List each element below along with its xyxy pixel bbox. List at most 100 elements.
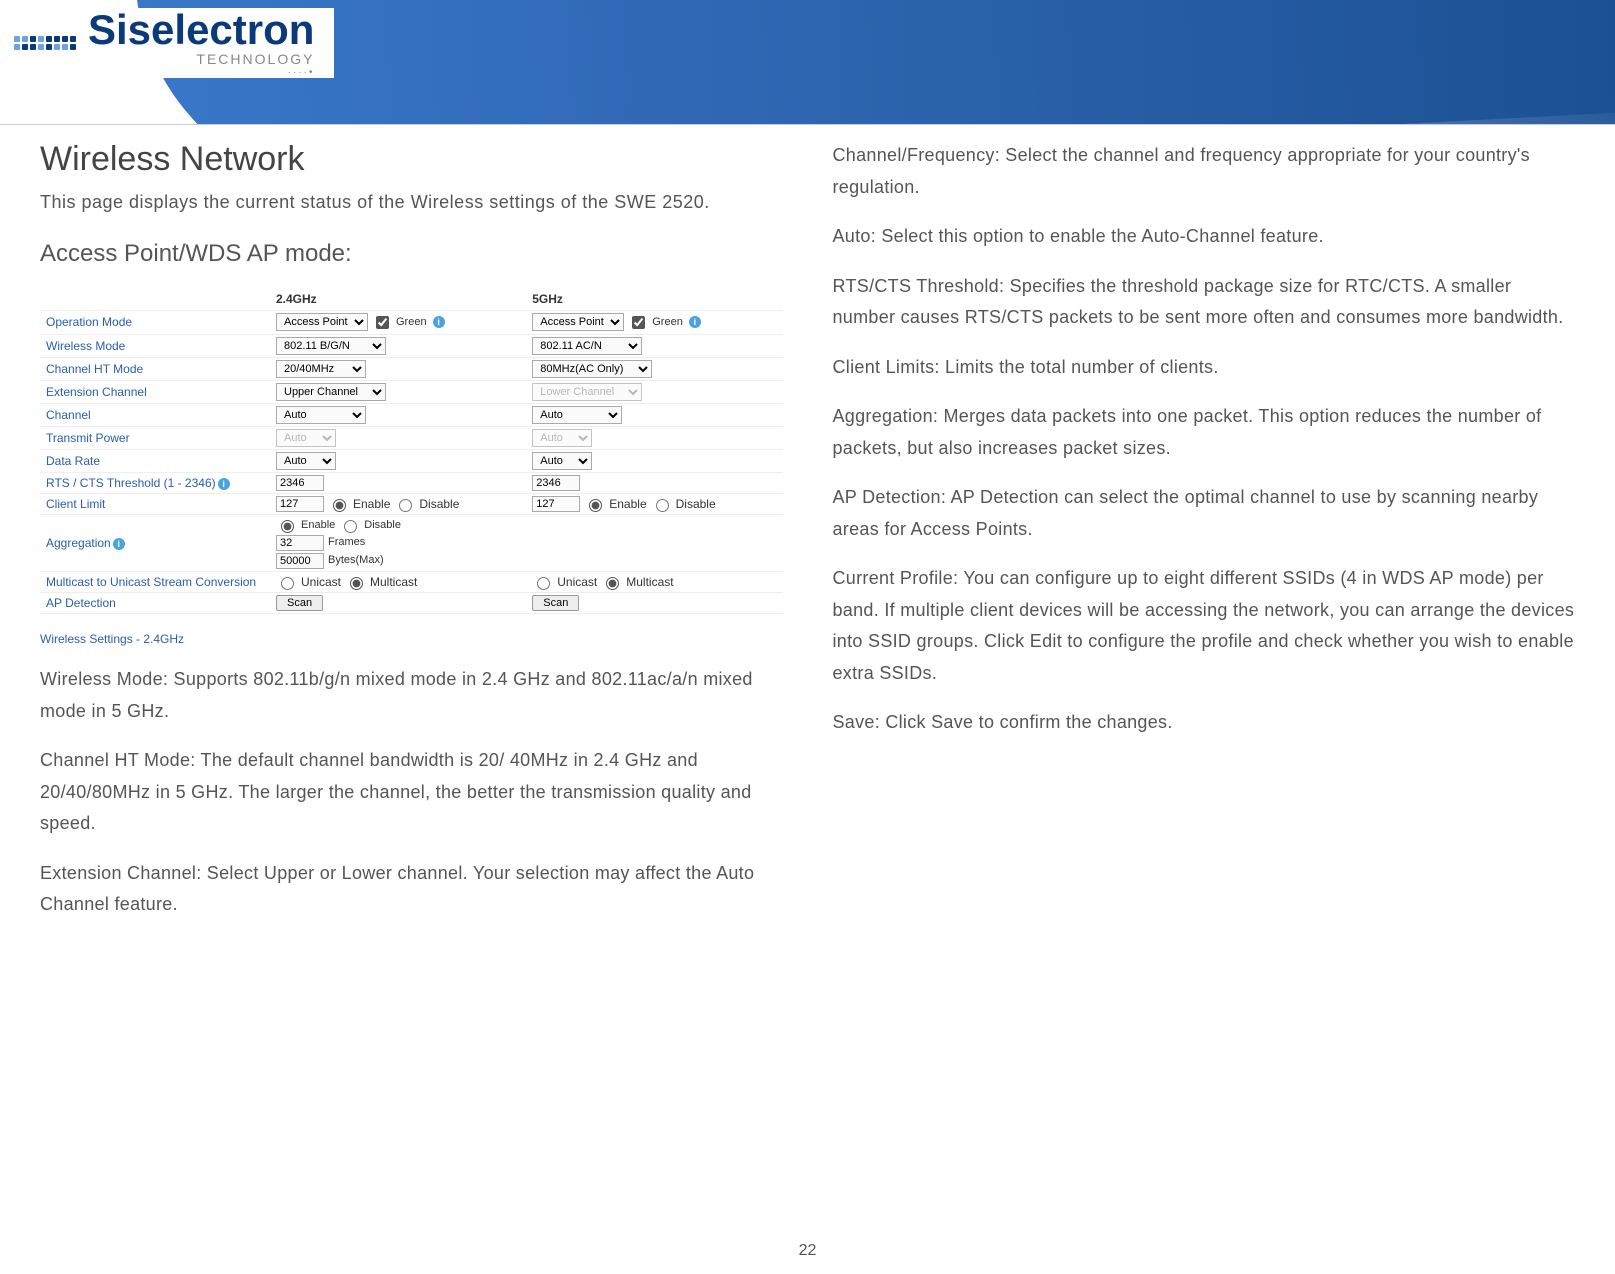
green-5-label: Green bbox=[652, 316, 683, 328]
intro-text: This page displays the current status of… bbox=[40, 187, 783, 218]
disable-label: Disable bbox=[364, 517, 401, 535]
ext-5-select[interactable]: Lower Channel bbox=[532, 383, 642, 401]
row-wireless-mode: Wireless Mode 802.11 B/G/N 802.11 AC/N bbox=[40, 334, 783, 357]
row-ht-mode: Channel HT Mode 20/40MHz 80MHz(AC Only) bbox=[40, 357, 783, 380]
tx-5-select[interactable]: Auto bbox=[532, 429, 592, 447]
enable-label: Enable bbox=[301, 517, 335, 535]
opmode-24-select[interactable]: Access Point bbox=[276, 313, 368, 331]
row-data-rate: Data Rate Auto Auto bbox=[40, 449, 783, 472]
wmode-5-select[interactable]: 802.11 AC/N bbox=[532, 337, 642, 355]
label-operation-mode: Operation Mode bbox=[40, 310, 270, 334]
logo-decor: ····• bbox=[88, 67, 314, 78]
col-5ghz: 5GHz bbox=[526, 288, 782, 311]
paragraph-aggregation: Aggregation: Merges data packets into on… bbox=[833, 401, 1576, 464]
multicast-label: Multicast bbox=[370, 575, 417, 589]
label-rts: RTS / CTS Threshold (1 - 2346)i bbox=[40, 472, 270, 493]
row-multicast: Multicast to Unicast Stream Conversion U… bbox=[40, 572, 783, 593]
rts-24-input[interactable] bbox=[276, 475, 324, 491]
enable-label: Enable bbox=[609, 497, 646, 511]
green-24-label: Green bbox=[396, 316, 427, 328]
paragraph-auto: Auto: Select this option to enable the A… bbox=[833, 221, 1576, 253]
climit-5-disable-radio[interactable] bbox=[656, 499, 669, 512]
right-column: Channel/Frequency: Select the channel an… bbox=[833, 140, 1576, 921]
label-ext-channel: Extension Channel bbox=[40, 380, 270, 403]
htmode-24-select[interactable]: 20/40MHz bbox=[276, 360, 366, 378]
bytes-label: Bytes(Max) bbox=[328, 552, 384, 570]
green-24-checkbox[interactable] bbox=[376, 316, 389, 329]
row-ext-channel: Extension Channel Upper Channel Lower Ch… bbox=[40, 380, 783, 403]
mcast-24-uni-radio[interactable] bbox=[281, 577, 294, 590]
paragraph-rts: RTS/CTS Threshold: Specifies the thresho… bbox=[833, 271, 1576, 334]
mcast-5-multi-radio[interactable] bbox=[606, 577, 619, 590]
climit-24-enable-radio[interactable] bbox=[333, 499, 346, 512]
page-header: Siselectron TECHNOLOGY ····• bbox=[0, 0, 1615, 125]
logo-subtext: TECHNOLOGY bbox=[88, 51, 314, 67]
rate-24-select[interactable]: Auto bbox=[276, 452, 336, 470]
label-ht-mode: Channel HT Mode bbox=[40, 357, 270, 380]
paragraph-save: Save: Click Save to confirm the changes. bbox=[833, 707, 1576, 739]
climit-24-disable-radio[interactable] bbox=[399, 499, 412, 512]
agg-bytes-input[interactable] bbox=[276, 553, 324, 569]
paragraph-current-profile: Current Profile: You can configure up to… bbox=[833, 563, 1576, 689]
row-client-limit: Client Limit Enable Disable Enable Disab… bbox=[40, 493, 783, 514]
brand-logo: Siselectron TECHNOLOGY ····• bbox=[10, 8, 334, 78]
row-ap-detection: AP Detection Scan Scan bbox=[40, 593, 783, 614]
scan-5-button[interactable]: Scan bbox=[532, 595, 579, 611]
opmode-5-select[interactable]: Access Point bbox=[532, 313, 624, 331]
multicast-label: Multicast bbox=[626, 575, 673, 589]
paragraph-ap-detection: AP Detection: AP Detection can select th… bbox=[833, 482, 1576, 545]
wireless-settings-table: 2.4GHz 5GHz Operation Mode Access Point … bbox=[40, 288, 783, 615]
disable-label: Disable bbox=[419, 497, 459, 511]
agg-enable-radio[interactable] bbox=[281, 520, 294, 533]
agg-disable-radio[interactable] bbox=[344, 520, 357, 533]
climit-24-input[interactable] bbox=[276, 496, 324, 512]
enable-label: Enable bbox=[353, 497, 390, 511]
label-tx-power: Transmit Power bbox=[40, 426, 270, 449]
rts-5-input[interactable] bbox=[532, 475, 580, 491]
paragraph-ht-mode: Channel HT Mode: The default channel ban… bbox=[40, 745, 783, 840]
agg-frames-input[interactable] bbox=[276, 535, 324, 551]
frames-label: Frames bbox=[328, 534, 365, 552]
wmode-24-select[interactable]: 802.11 B/G/N bbox=[276, 337, 386, 355]
htmode-5-select[interactable]: 80MHz(AC Only) bbox=[532, 360, 652, 378]
row-tx-power: Transmit Power Auto Auto bbox=[40, 426, 783, 449]
label-multicast: Multicast to Unicast Stream Conversion bbox=[40, 572, 270, 593]
disable-label: Disable bbox=[676, 497, 716, 511]
paragraph-ext-channel: Extension Channel: Select Upper or Lower… bbox=[40, 858, 783, 921]
page-title: Wireless Network bbox=[40, 140, 783, 179]
row-aggregation: Aggregationi Enable Disable Frames Bytes… bbox=[40, 514, 783, 572]
label-ap-detection: AP Detection bbox=[40, 593, 270, 614]
label-data-rate: Data Rate bbox=[40, 449, 270, 472]
mcast-5-uni-radio[interactable] bbox=[537, 577, 550, 590]
header-swoosh bbox=[135, 0, 1615, 125]
logo-icon bbox=[10, 8, 80, 78]
info-icon: i bbox=[113, 538, 125, 550]
info-icon: i bbox=[689, 316, 701, 328]
col-24ghz: 2.4GHz bbox=[270, 288, 526, 311]
scan-24-button[interactable]: Scan bbox=[276, 595, 323, 611]
mcast-24-multi-radio[interactable] bbox=[350, 577, 363, 590]
info-icon: i bbox=[218, 478, 230, 490]
row-rts: RTS / CTS Threshold (1 - 2346)i bbox=[40, 472, 783, 493]
row-channel: Channel Auto Auto bbox=[40, 403, 783, 426]
info-icon: i bbox=[433, 316, 445, 328]
rate-5-select[interactable]: Auto bbox=[532, 452, 592, 470]
green-5-checkbox[interactable] bbox=[632, 316, 645, 329]
paragraph-client-limits: Client Limits: Limits the total number o… bbox=[833, 352, 1576, 384]
climit-5-enable-radio[interactable] bbox=[589, 499, 602, 512]
page-number: 22 bbox=[0, 1242, 1615, 1260]
climit-5-input[interactable] bbox=[532, 496, 580, 512]
ext-24-select[interactable]: Upper Channel bbox=[276, 383, 386, 401]
label-wireless-mode: Wireless Mode bbox=[40, 334, 270, 357]
chan-5-select[interactable]: Auto bbox=[532, 406, 622, 424]
tx-24-select[interactable]: Auto bbox=[276, 429, 336, 447]
row-operation-mode: Operation Mode Access Point Green i Acce… bbox=[40, 310, 783, 334]
paragraph-wireless-mode: Wireless Mode: Supports 802.11b/g/n mixe… bbox=[40, 664, 783, 727]
unicast-label: Unicast bbox=[557, 575, 597, 589]
section-heading: Access Point/WDS AP mode: bbox=[40, 240, 783, 268]
logo-text: Siselectron bbox=[88, 9, 314, 51]
label-channel: Channel bbox=[40, 403, 270, 426]
chan-24-select[interactable]: Auto bbox=[276, 406, 366, 424]
label-client-limit: Client Limit bbox=[40, 493, 270, 514]
table-header-row: 2.4GHz 5GHz bbox=[40, 288, 783, 311]
